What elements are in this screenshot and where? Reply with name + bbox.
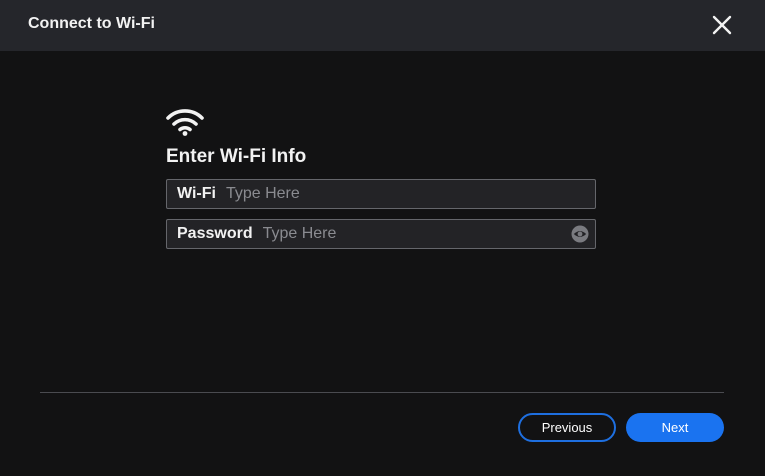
wifi-field-label: Wi-Fi [177,185,216,202]
dialog-title: Connect to Wi-Fi [28,15,155,32]
previous-button[interactable]: Previous [518,413,616,442]
show-password-button[interactable] [571,225,589,243]
close-icon [712,15,732,35]
close-button[interactable] [708,11,736,39]
connect-wifi-dialog: Connect to Wi-Fi Enter Wi-Fi Info Wi-Fi … [0,0,765,476]
eye-icon [571,225,589,243]
next-button[interactable]: Next [626,413,724,442]
footer-divider [40,392,724,393]
wifi-field: Wi-Fi [166,179,596,209]
wifi-input[interactable] [225,185,595,203]
password-field: Password [166,219,596,249]
dialog-titlebar: Connect to Wi-Fi [0,0,765,51]
wifi-icon [166,108,204,136]
password-field-label: Password [177,225,253,242]
page-heading: Enter Wi-Fi Info [166,146,307,167]
password-input[interactable] [262,225,571,243]
